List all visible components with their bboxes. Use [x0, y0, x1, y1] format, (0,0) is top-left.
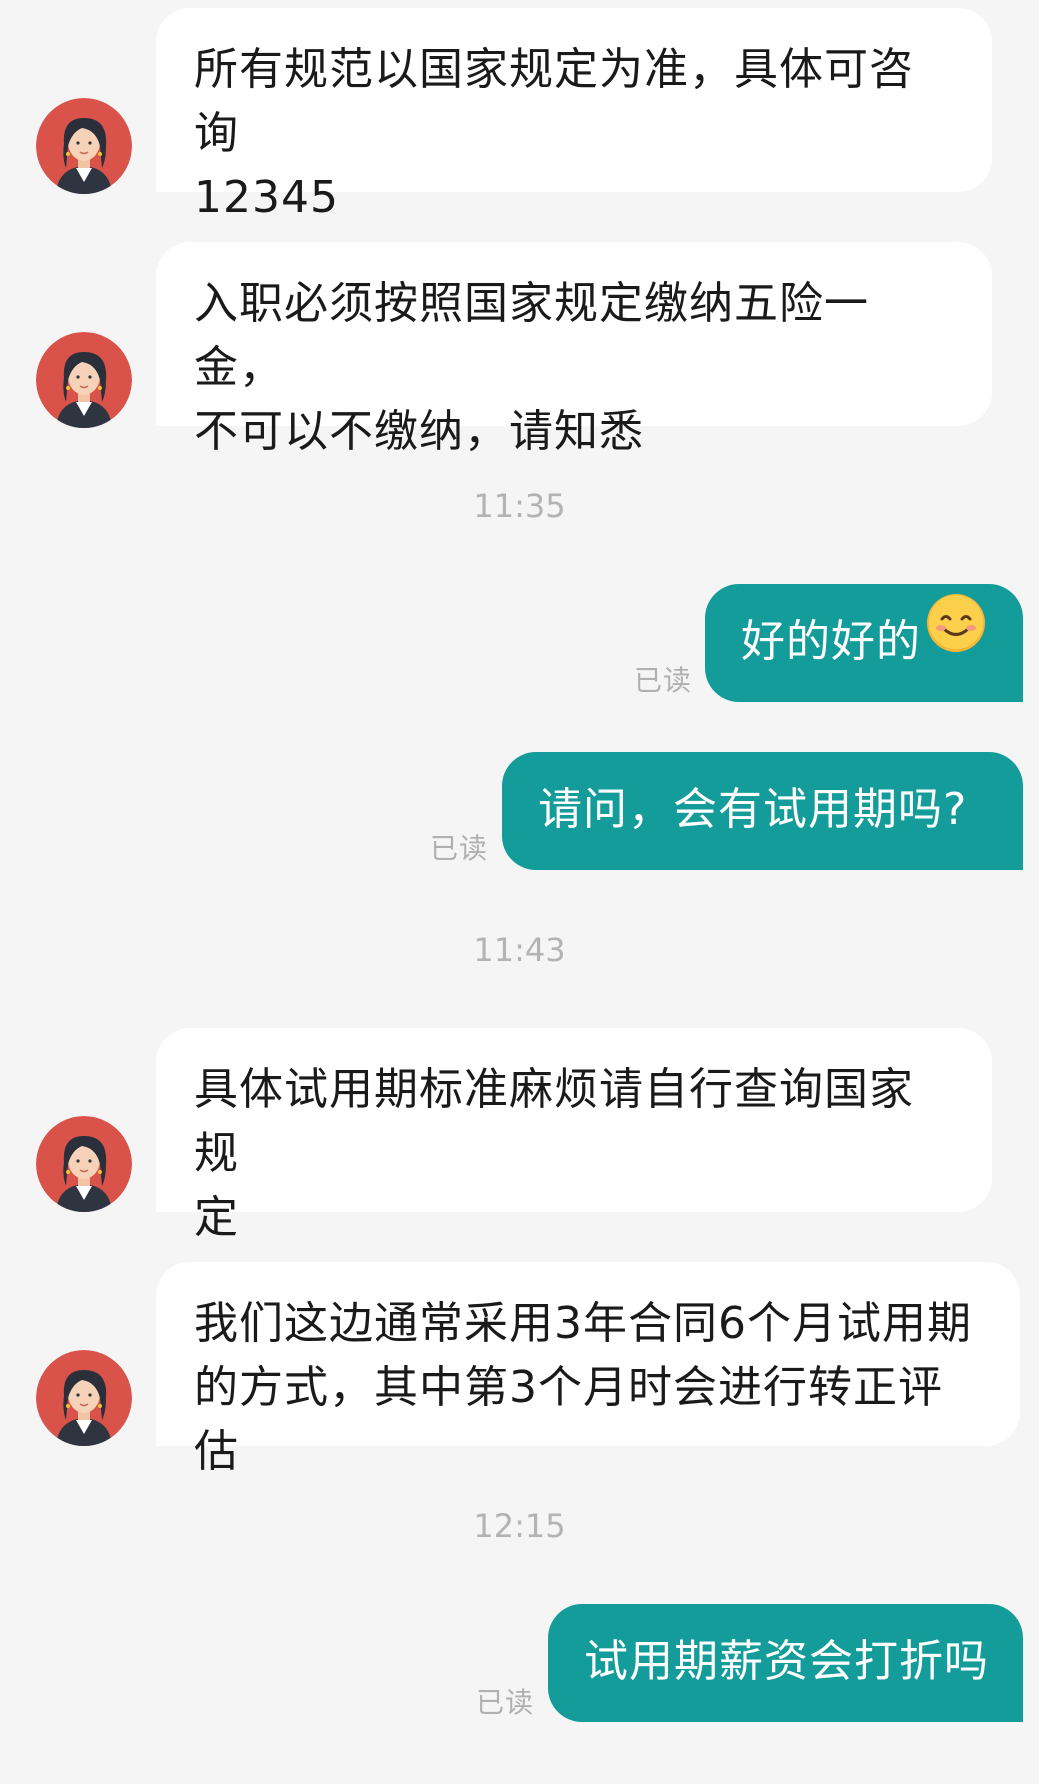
contact-avatar[interactable]: [36, 1116, 132, 1212]
contact-avatar[interactable]: [36, 332, 132, 428]
timestamp: 11:35: [473, 487, 566, 525]
avatar-icon: [36, 98, 132, 194]
message-text-line: 入职必须按照国家规定缴纳五险一金，: [194, 278, 869, 393]
read-status: 已读: [430, 832, 489, 865]
message-text: 请问，会有试用期吗?: [538, 784, 968, 835]
timestamp: 12:15: [473, 1507, 566, 1545]
message-text-line: 12345: [194, 172, 339, 223]
contact-avatar[interactable]: [36, 1350, 132, 1446]
message-text: 好的好的: [741, 616, 921, 667]
message-bubble-incoming[interactable]: 我们这边通常采用3年合同6个月试用期 的方式，其中第3个月时会进行转正评估: [156, 1262, 1020, 1477]
message-text-line: 我们这边通常采用3年合同6个月试用期: [194, 1298, 972, 1349]
message-bubble-outgoing[interactable]: 试用期薪资会打折吗: [548, 1604, 1023, 1722]
message-bubble-incoming[interactable]: 入职必须按照国家规定缴纳五险一金， 不可以不缴纳，请知悉: [156, 242, 992, 457]
contact-avatar[interactable]: [36, 98, 132, 194]
avatar-icon: [36, 1116, 132, 1212]
avatar-icon: [36, 332, 132, 428]
message-bubble-outgoing[interactable]: 好的好的: [705, 584, 1023, 702]
message-bubble-outgoing[interactable]: 请问，会有试用期吗?: [502, 752, 1023, 870]
timestamp: 11:43: [473, 931, 566, 969]
message-text-line: 的方式，其中第3个月时会进行转正评估: [194, 1362, 943, 1477]
avatar-icon: [36, 1350, 132, 1446]
message-text-line: 不可以不缴纳，请知悉: [194, 406, 644, 457]
read-status: 已读: [476, 1686, 535, 1719]
message-text-line: 定: [194, 1192, 239, 1243]
message-text-line: 具体试用期标准麻烦请自行查询国家规: [194, 1064, 914, 1179]
message-text: 试用期薪资会打折吗: [584, 1636, 989, 1687]
read-status: 已读: [634, 664, 693, 697]
message-bubble-incoming[interactable]: 所有规范以国家规定为准，具体可咨询 12345: [156, 8, 992, 223]
smile-emoji-icon: [925, 582, 987, 698]
message-bubble-incoming[interactable]: 具体试用期标准麻烦请自行查询国家规 定: [156, 1028, 992, 1243]
message-text-line: 所有规范以国家规定为准，具体可咨询: [194, 44, 914, 159]
